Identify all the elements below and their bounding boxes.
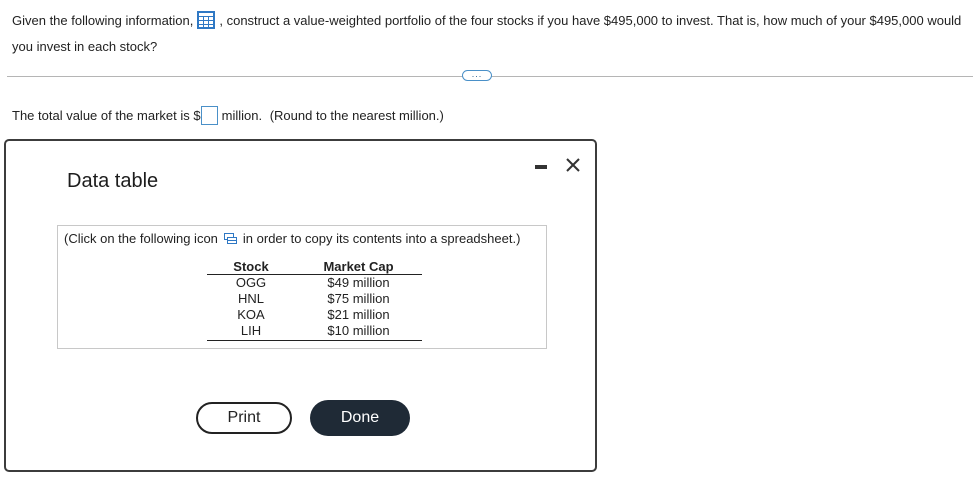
instruction-after: in order to copy its contents into a spr…	[242, 231, 521, 246]
market-value-input[interactable]	[200, 106, 218, 125]
table-row: OGG $49 million	[207, 275, 422, 292]
answer-line: The total value of the market is $ millio…	[12, 105, 444, 127]
table-row: LIH $10 million	[207, 323, 422, 341]
more-button[interactable]: ...	[462, 68, 492, 81]
table-row: HNL $75 million	[207, 291, 422, 307]
market-cap-cell: $10 million	[295, 323, 422, 341]
answer-note: (Round to the nearest million.)	[269, 108, 444, 123]
stock-cell: OGG	[235, 275, 267, 290]
instruction-before: (Click on the following icon	[64, 231, 218, 246]
print-button[interactable]: Print	[196, 402, 292, 434]
column-header-market-cap: Market Cap	[295, 259, 422, 275]
question-part1: Given the following information,	[12, 13, 194, 28]
column-header-stock: Stock	[207, 259, 295, 275]
stock-cell: KOA	[237, 307, 265, 322]
done-button[interactable]: Done	[310, 400, 410, 436]
stock-cell: LIH	[207, 323, 295, 341]
market-cap-cell: $21 million	[327, 307, 390, 322]
data-table-frame: (Click on the following icon in order to…	[57, 225, 547, 349]
market-cap-table: Stock Market Cap OGG $49 million HNL $75…	[207, 259, 422, 341]
data-table-modal: Data table (Click on the following icon …	[4, 139, 597, 472]
question-part3: you invest in each stock?	[12, 39, 158, 54]
question-part2: , construct a value-weighted portfolio o…	[219, 13, 962, 28]
copy-instruction: (Click on the following icon in order to…	[64, 231, 520, 248]
answer-suffix: million.	[221, 108, 263, 123]
answer-prefix: The total value of the market is $	[12, 108, 201, 123]
table-row: KOA $21 million	[207, 307, 422, 323]
modal-title: Data table	[67, 170, 159, 192]
market-cap-cell: $49 million	[327, 275, 390, 290]
close-icon[interactable]	[563, 155, 583, 175]
minimize-icon[interactable]	[535, 165, 547, 169]
market-cap-cell: $75 million	[327, 291, 390, 306]
stock-cell: HNL	[237, 291, 264, 306]
question-text: Given the following information, , const…	[12, 10, 967, 58]
spreadsheet-copy-icon[interactable]	[223, 232, 237, 248]
grid-table-icon[interactable]	[197, 11, 216, 36]
more-button-label: ...	[471, 68, 483, 79]
